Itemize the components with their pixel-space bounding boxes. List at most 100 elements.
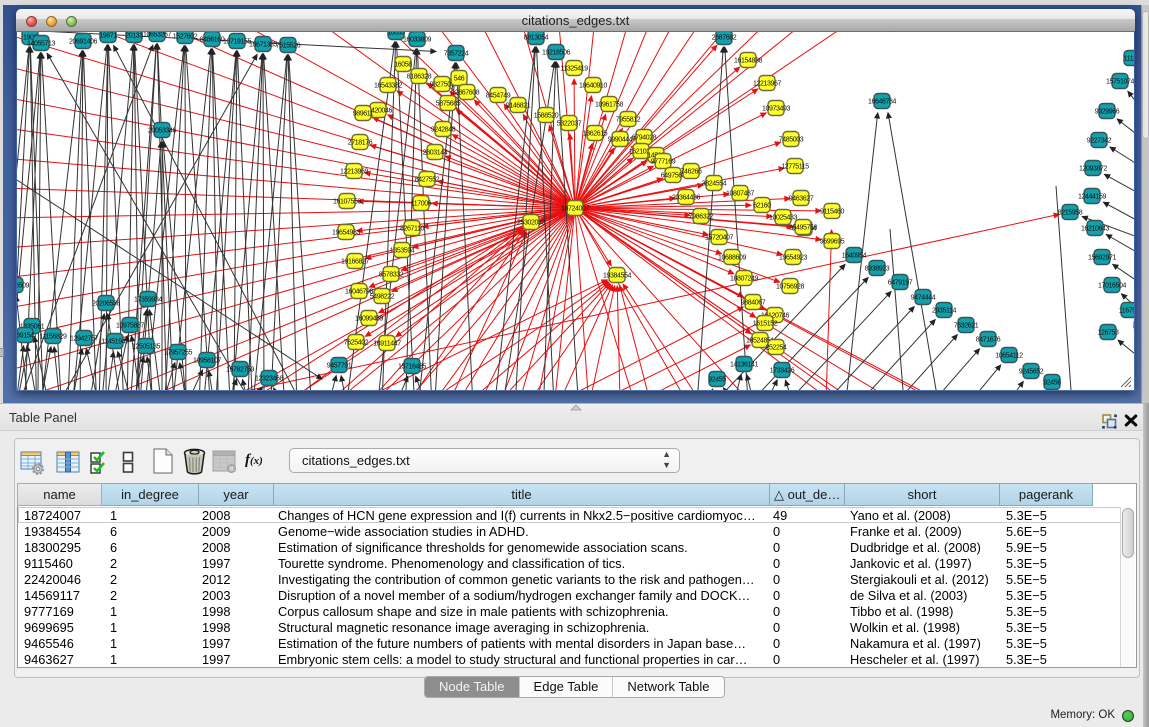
svg-text:20691406: 20691406 [69,39,97,46]
svg-text:9777169: 9777169 [651,159,676,166]
svg-text:16058: 16058 [394,62,412,69]
svg-text:16210643: 16210643 [1081,226,1109,233]
svg-text:7485003: 7485003 [779,137,804,144]
svg-text:989611: 989611 [353,111,374,118]
svg-text:10719155: 10719155 [223,39,251,46]
svg-text:10973493: 10973493 [762,106,790,113]
svg-text:9463627: 9463627 [789,196,814,203]
svg-text:746266: 746266 [681,169,702,176]
svg-text:1733426: 1733426 [770,368,795,375]
svg-text:14136141: 14136141 [730,362,758,369]
svg-text:10756928: 10756928 [776,284,804,291]
svg-text:9474444: 9474444 [911,295,936,302]
svg-text:1362615: 1362615 [583,131,608,138]
svg-text:19384554: 19384554 [603,273,631,280]
svg-text:16782759: 16782759 [226,367,254,374]
svg-text:5322037: 5322037 [557,121,582,128]
svg-text:6794028: 6794028 [632,135,657,142]
svg-text:7625402: 7625402 [344,340,369,347]
svg-text:8267110: 8267110 [400,226,424,233]
svg-text:17957255: 17957255 [164,350,192,357]
svg-text:7357224: 7357224 [444,51,469,58]
svg-text:16099489: 16099489 [355,316,383,323]
svg-text:10653267: 10653267 [143,32,171,39]
svg-text:16543382: 16543382 [374,83,402,90]
svg-text:7955812: 7955812 [616,117,641,124]
svg-text:12775115: 12775115 [781,164,809,171]
svg-text:9245652: 9245652 [1019,369,1044,376]
svg-text:12213967: 12213967 [753,81,781,88]
svg-text:9227342: 9227342 [1087,138,1112,145]
svg-text:8215958: 8215958 [1058,210,1083,217]
svg-text:16671385: 16671385 [249,42,277,49]
svg-text:252254: 252254 [766,345,787,352]
svg-text:12942757: 12942757 [70,336,98,343]
svg-text:1588520: 1588520 [534,113,559,120]
svg-text:8471676: 8471676 [976,337,1001,344]
svg-text:14055713: 14055713 [27,41,55,48]
svg-text:16648784: 16648784 [868,99,896,106]
svg-text:8427552: 8427552 [415,177,440,184]
svg-text:15692971: 15692971 [1088,255,1116,262]
svg-text:19654983: 19654983 [332,230,360,237]
svg-text:5875685: 5875685 [436,101,461,108]
svg-text:10654112: 10654112 [995,353,1023,360]
svg-text:19654923: 19654923 [779,255,807,262]
svg-text:1527602: 1527602 [173,34,198,41]
svg-text:11125: 11125 [1124,56,1134,63]
svg-text:16154838: 16154838 [734,58,762,65]
svg-text:25495758: 25495758 [789,225,817,232]
svg-text:10961758: 10961758 [595,102,623,109]
svg-text:9699695: 9699695 [820,239,845,246]
svg-text:19166827: 19166827 [341,259,369,266]
svg-text:16033809: 16033809 [403,37,431,44]
svg-text:11156829: 11156829 [40,334,67,341]
svg-text:18640910: 18640910 [579,83,607,90]
svg-text:20364436: 20364436 [672,195,700,202]
svg-text:10025433: 10025433 [769,215,797,222]
svg-text:2803144: 2803144 [423,150,448,157]
svg-text:546: 546 [454,76,465,83]
svg-text:39154: 39154 [17,333,34,340]
svg-text:8454749: 8454749 [486,93,511,100]
svg-text:12323468: 12323468 [255,376,283,383]
svg-text:12093872: 12093872 [1079,166,1107,173]
svg-text:8813054: 8813054 [524,35,549,42]
svg-text:25302033: 25302033 [517,220,545,227]
svg-text:9146821: 9146821 [506,103,531,110]
svg-text:8938923: 8938923 [865,266,890,273]
svg-text:9990444: 9990444 [608,137,633,144]
svg-text:25266509: 25266509 [17,283,29,290]
svg-text:8578332: 8578332 [379,272,404,279]
svg-text:19871: 19871 [99,33,117,40]
svg-text:2935114: 2935114 [932,308,956,315]
svg-text:17359934: 17359934 [134,297,162,304]
svg-text:12505135: 12505135 [132,344,160,351]
svg-text:18807249: 18807249 [730,276,758,283]
svg-text:126753: 126753 [1098,330,1119,337]
svg-text:9242848: 9242848 [431,127,456,134]
svg-text:7632621: 7632621 [954,323,979,330]
svg-text:11451947: 11451947 [101,339,129,346]
svg-text:20053346: 20053346 [148,128,176,135]
svg-text:10688609: 10688609 [718,255,746,262]
svg-text:2718176: 2718176 [348,140,373,147]
svg-text:20206536: 20206536 [92,301,120,308]
svg-text:19218506: 19218506 [542,50,570,57]
svg-text:3824554: 3824554 [702,181,727,188]
svg-text:8466160: 8466160 [200,37,225,44]
svg-text:2687682: 2687682 [712,35,737,42]
svg-text:15720407: 15720407 [705,235,733,242]
svg-text:2867608: 2867608 [455,90,480,97]
svg-text:11325419: 11325419 [560,66,588,73]
svg-text:6479197: 6479197 [888,280,913,287]
svg-text:10975887: 10975887 [116,323,144,330]
svg-text:1640954: 1640954 [842,253,867,260]
svg-text:16911447: 16911447 [373,341,401,348]
svg-text:7986322: 7986322 [689,214,714,221]
svg-text:15751074: 15751074 [1106,79,1134,86]
svg-text:20133: 20133 [125,33,143,40]
svg-text:117006: 117006 [411,201,432,208]
svg-text:9457791: 9457791 [327,363,352,370]
svg-text:92456: 92456 [1043,380,1061,387]
